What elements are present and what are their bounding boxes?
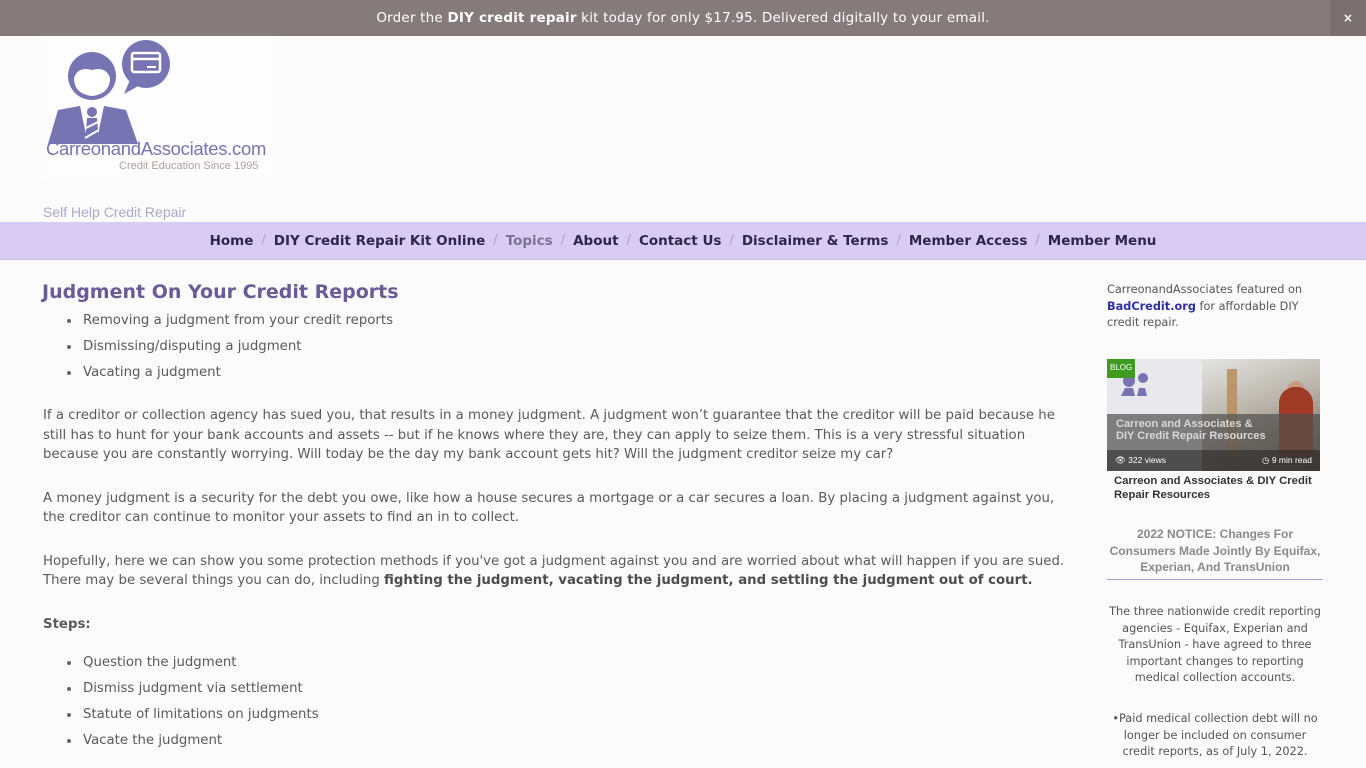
list-item: Vacate the judgment (67, 728, 1073, 754)
steps-heading: Steps: (43, 616, 91, 632)
nav-diy-credit-repair-kit[interactable]: DIY Credit Repair Kit Online (274, 233, 486, 249)
nav-separator: / (560, 233, 566, 248)
list-item: Question the judgment (67, 650, 1073, 676)
nav-contact-us[interactable]: Contact Us (639, 233, 722, 249)
nav-separator: / (896, 233, 901, 248)
blog-title-link[interactable]: Carreon and Associates & DIY Credit Repa… (1114, 474, 1324, 502)
notice-title: 2022 NOTICE: Changes For Consumers Made … (1109, 527, 1321, 574)
badcredit-link[interactable]: BadCredit.org (1107, 300, 1196, 313)
sidebar: CarreonandAssociates featured on BadCred… (1107, 282, 1323, 758)
article-paragraph: A money judgment is a security for the d… (43, 490, 1055, 526)
nav-about[interactable]: About (573, 233, 618, 249)
clock-icon: ◷ (1262, 455, 1270, 466)
intro-list: Removing a judgment from your credit rep… (67, 308, 1073, 386)
nav-separator: / (493, 233, 498, 248)
site-logo[interactable]: CarreonandAssociates.com Credit Educatio… (42, 36, 274, 182)
featured-text: CarreonandAssociates featured on BadCred… (1107, 283, 1303, 330)
read-time: 9 min read (1271, 455, 1312, 466)
list-item: Removing a judgment from your credit rep… (67, 308, 1073, 334)
article-title: Judgment On Your Credit Reports (42, 281, 399, 303)
article: Judgment On Your Credit Reports Removing… (42, 280, 1073, 754)
nav-disclaimer-terms[interactable]: Disclaimer & Terms (742, 233, 889, 249)
divider (1107, 579, 1323, 580)
list-item: Vacating a judgment (67, 360, 1073, 386)
list-item: Dismiss judgment via settlement (67, 676, 1073, 702)
list-item: Statute of limitations on judgments (67, 702, 1073, 728)
promo-text: Order the DIY credit repair kit today fo… (376, 10, 990, 26)
blog-card-image[interactable]: BLOG Carreon and Associates & DIY Credit… (1107, 359, 1320, 471)
nav-home[interactable]: Home (210, 233, 254, 249)
logo-person-icon (48, 40, 170, 144)
blog-stats: 👁 322 views ◷ 9 min read (1107, 450, 1320, 471)
logo-tagline: Credit Education Since 1995 (119, 160, 259, 172)
nav-separator: / (626, 233, 631, 248)
emphasis-text: fighting the judgment, vacating the judg… (384, 573, 1033, 588)
site-tagline: Self Help Credit Repair (43, 204, 187, 220)
notice-bullet: •Paid medical collection debt will no lo… (1112, 712, 1318, 759)
nav-member-menu[interactable]: Member Menu (1048, 233, 1157, 249)
logo-name: CarreonandAssociates.com (46, 138, 267, 159)
list-item: Dismissing/disputing a judgment (67, 334, 1073, 360)
close-icon: × (1342, 11, 1354, 25)
notice-body: The three nationwide credit reporting ag… (1109, 605, 1321, 685)
blog-overlay-title: Carreon and Associates & DIY Credit Repa… (1116, 418, 1266, 442)
steps-list: Question the judgment Dismiss judgment v… (67, 650, 1073, 754)
promo-banner: Order the DIY credit repair kit today fo… (0, 0, 1366, 36)
nav-separator: / (1035, 233, 1040, 248)
views-count: 322 views (1128, 455, 1166, 466)
eye-icon: 👁 (1115, 455, 1126, 466)
article-paragraph: Hopefully, here we can show you some pro… (43, 553, 1065, 589)
nav-separator: / (261, 233, 266, 248)
close-banner-button[interactable]: × (1330, 0, 1366, 36)
nav-member-access[interactable]: Member Access (909, 233, 1028, 249)
blog-badge: BLOG (1107, 359, 1136, 378)
article-paragraph: If a creditor or collection agency has s… (43, 408, 1055, 462)
nav-separator: / (729, 233, 734, 248)
nav-topics[interactable]: Topics (506, 233, 553, 249)
main-nav: Home / DIY Credit Repair Kit Online / To… (0, 222, 1366, 260)
